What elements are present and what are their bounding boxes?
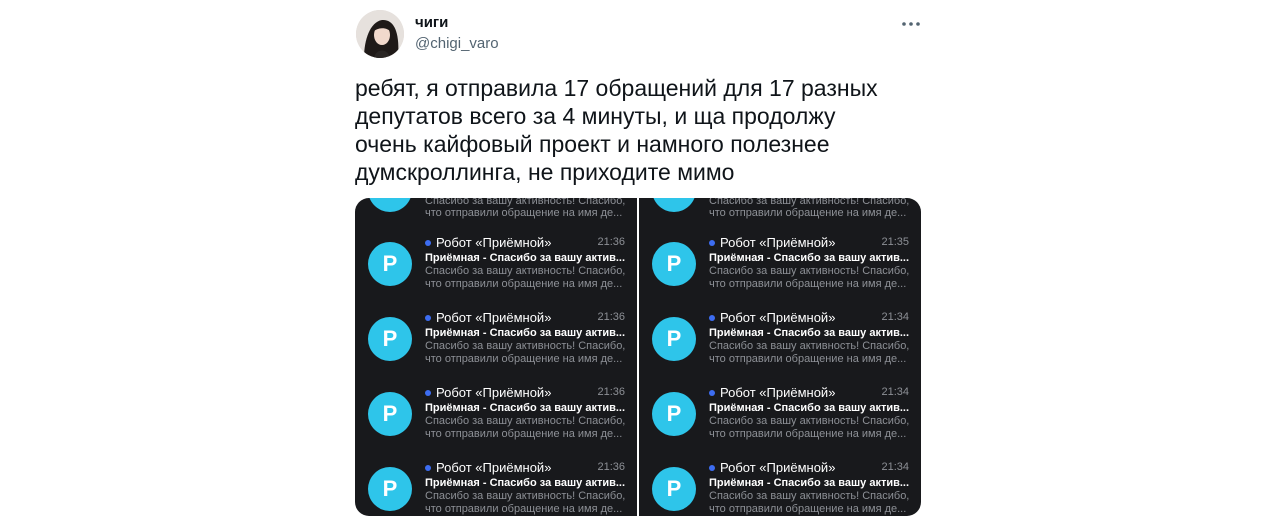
message-preview-line: что отправили обращение на имя де... [425, 207, 623, 219]
message-row[interactable]: P Робот «Приёмной» 21:34 Приёмная - Спас… [639, 385, 921, 460]
message-sender: Робот «Приёмной» [709, 310, 835, 325]
unread-dot-icon [425, 389, 431, 396]
message-row[interactable]: P Робот «Приёмной» 21:36 Приёмная - Спас… [355, 460, 637, 516]
message-time: 21:36 [597, 461, 625, 473]
message-preview: Спасибо за вашу активность! Спасибо, что… [425, 265, 626, 290]
message-sender: Робот «Приёмной» [425, 235, 551, 250]
unread-dot-icon [709, 464, 715, 471]
unread-dot-icon [709, 314, 715, 321]
avatar-photo [356, 10, 404, 58]
avatar-p-icon: P [652, 198, 696, 212]
message-time: 21:35 [881, 236, 909, 248]
avatar-p-icon: P [652, 467, 696, 511]
avatar-p-icon: P [652, 317, 696, 361]
tweet-text-line: думскроллинга, не приходите мимо [355, 159, 735, 185]
message-row[interactable]: P Робот «Приёмной» 21:34 Приёмная - Спас… [639, 310, 921, 385]
message-preview-line: что отправили обращение на имя де... [709, 207, 907, 219]
tweet-text-line: депутатов всего за 4 минуты, и ща продол… [355, 103, 836, 129]
partial-message: P Спасибо за вашу активность! Спасибо, ч… [355, 198, 637, 222]
message-subject: Приёмная - Спасибо за вашу актив... [425, 402, 626, 414]
message-preview: Спасибо за вашу активность! Спасибо, что… [425, 490, 626, 515]
message-subject: Приёмная - Спасибо за вашу актив... [425, 252, 626, 264]
unread-dot-icon [425, 239, 431, 246]
message-subject: Приёмная - Спасибо за вашу актив... [709, 252, 910, 264]
avatar-p-icon: P [368, 242, 412, 286]
avatar-p-icon: P [652, 392, 696, 436]
message-time: 21:36 [597, 386, 625, 398]
message-subject: Приёмная - Спасибо за вашу актив... [709, 477, 910, 489]
tweet-text-line: очень кайфовый проект и намного полезнее [355, 131, 830, 157]
message-sender: Робот «Приёмной» [709, 460, 835, 475]
message-preview: Спасибо за вашу активность! Спасибо, что… [709, 490, 910, 515]
message-sender: Робот «Приёмной» [425, 385, 551, 400]
message-sender: Робот «Приёмной» [425, 310, 551, 325]
unread-dot-icon [709, 389, 715, 396]
message-subject: Приёмная - Спасибо за вашу актив... [425, 327, 626, 339]
unread-dot-icon [709, 239, 715, 246]
more-horizontal-icon[interactable] [900, 14, 922, 34]
message-sender: Робот «Приёмной» [709, 235, 835, 250]
message-preview: Спасибо за вашу активность! Спасибо, что… [709, 415, 910, 440]
message-preview-line: Спасибо за вашу активность! Спасибо, [709, 198, 910, 207]
message-subject: Приёмная - Спасибо за вашу актив... [709, 327, 910, 339]
message-row[interactable]: P Робот «Приёмной» 21:34 Приёмная - Спас… [639, 460, 921, 516]
message-subject: Приёмная - Спасибо за вашу актив... [425, 477, 626, 489]
message-row[interactable]: P Робот «Приёмной» 21:36 Приёмная - Спас… [355, 310, 637, 385]
message-preview-line: Спасибо за вашу активность! Спасибо, [425, 198, 626, 207]
message-time: 21:34 [881, 311, 909, 323]
message-time: 21:36 [597, 311, 625, 323]
avatar-p-icon: P [368, 317, 412, 361]
tweet-media[interactable]: P Спасибо за вашу активность! Спасибо, ч… [355, 198, 921, 516]
message-row[interactable]: P Робот «Приёмной» 21:35 Приёмная - Спас… [639, 235, 921, 310]
message-preview: Спасибо за вашу активность! Спасибо, что… [709, 340, 910, 365]
media-image-right[interactable]: P Спасибо за вашу активность! Спасибо, ч… [639, 198, 921, 516]
partial-message: P Спасибо за вашу активность! Спасибо, ч… [639, 198, 921, 222]
user-handle[interactable]: @chigi_varo [415, 35, 499, 52]
avatar-p-icon: P [368, 198, 412, 212]
avatar-p-icon: P [368, 467, 412, 511]
unread-dot-icon [425, 314, 431, 321]
media-image-left[interactable]: P Спасибо за вашу активность! Спасибо, ч… [355, 198, 637, 516]
message-time: 21:34 [881, 461, 909, 473]
message-sender: Робот «Приёмной» [425, 460, 551, 475]
tweet-text-line: ребят, я отправила 17 обращений для 17 р… [355, 75, 878, 101]
message-time: 21:36 [597, 236, 625, 248]
unread-dot-icon [425, 464, 431, 471]
avatar-p-icon: P [652, 242, 696, 286]
message-row[interactable]: P Робот «Приёмной» 21:36 Приёмная - Спас… [355, 385, 637, 460]
message-subject: Приёмная - Спасибо за вашу актив... [709, 402, 910, 414]
message-row[interactable]: P Робот «Приёмной» 21:36 Приёмная - Спас… [355, 235, 637, 310]
message-preview: Спасибо за вашу активность! Спасибо, что… [425, 415, 626, 440]
user-avatar[interactable] [356, 10, 404, 58]
display-name[interactable]: чиги [415, 14, 448, 31]
message-preview: Спасибо за вашу активность! Спасибо, что… [425, 340, 626, 365]
message-time: 21:34 [881, 386, 909, 398]
tweet-text: ребят, я отправила 17 обращений для 17 р… [355, 74, 915, 186]
message-sender: Робот «Приёмной» [709, 385, 835, 400]
message-preview: Спасибо за вашу активность! Спасибо, что… [709, 265, 910, 290]
avatar-p-icon: P [368, 392, 412, 436]
